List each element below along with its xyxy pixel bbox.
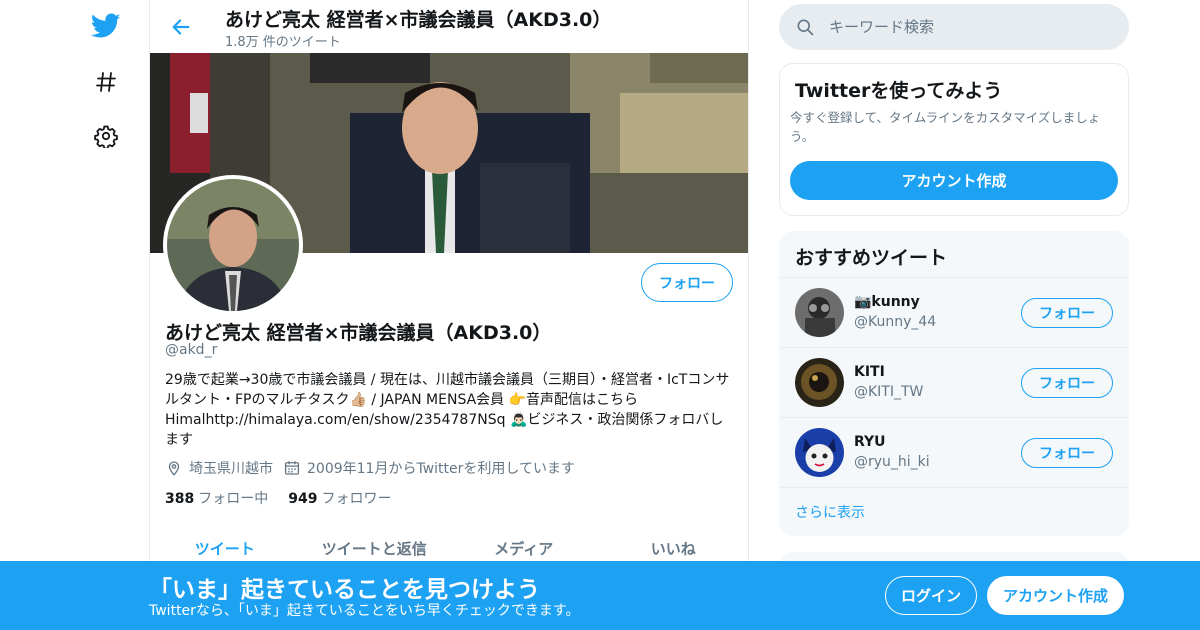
reco-name: RYU [854, 434, 886, 450]
calendar-icon [284, 461, 300, 475]
profile-meta: 埼玉県川越市 2009年11月からTwitterを利用しています [165, 456, 585, 480]
location-text: 埼玉県川越市 [189, 461, 273, 477]
search-input[interactable] [829, 18, 1109, 36]
reco-handle: @Kunny_44 [854, 314, 937, 330]
signup-description: 今すぐ登録して、タイムラインをカスタマイズしましょう。 [790, 110, 1101, 144]
prompt-title: 「いま」起きていることを見つけよう [149, 577, 540, 603]
hashtag-icon[interactable] [88, 64, 124, 100]
follow-button[interactable]: フォロー [641, 263, 733, 302]
followers-stat[interactable]: 949 フォロワー [288, 488, 391, 508]
profile-column: あけど亮太 経営者×市議会議員（AKD3.0） 1.8万 件のツイート フォロー… [149, 0, 749, 630]
profile-header-bar: あけど亮太 経営者×市議会議員（AKD3.0） 1.8万 件のツイート [150, 0, 748, 53]
prompt-subtitle: Twitterなら、「いま」起きていることをいち早くチェックできます。 [149, 603, 580, 619]
profile-avatar[interactable] [163, 175, 303, 315]
following-label: フォロー中 [198, 491, 269, 507]
tweet-count: 1.8万 件のツイート [225, 35, 341, 50]
reco-handle: @KITI_TW [854, 384, 924, 400]
profile-handle: @akd_r [165, 342, 218, 358]
profile-name: あけど亮太 経営者×市議会議員（AKD3.0） [165, 322, 552, 344]
follow-button[interactable]: フォロー [1021, 438, 1113, 468]
follow-stats: 388 フォロー中 949 フォロワー [165, 488, 411, 508]
profile-bio: 29歳で起業→30歳で市議会議員 / 現在は、川越市議会議員（三期目）・経営者・… [165, 372, 730, 448]
list-item[interactable]: 📷kunny @Kunny_44 フォロー [779, 277, 1129, 347]
header-title: あけど亮太 経営者×市議会議員（AKD3.0） [225, 9, 612, 31]
list-item[interactable]: RYU @ryu_hi_ki フォロー [779, 417, 1129, 487]
gear-icon[interactable] [88, 118, 124, 154]
followers-label: フォロワー [321, 491, 392, 507]
list-item[interactable]: KITI @KITI_TW フォロー [779, 347, 1129, 417]
location-item: 埼玉県川越市 [165, 458, 273, 478]
follow-button[interactable]: フォロー [1021, 298, 1113, 328]
signup-card: Twitterを使ってみよう 今すぐ登録して、タイムラインをカスタマイズしましょ… [779, 63, 1129, 216]
recommended-title: おすすめツイート [795, 247, 948, 269]
followers-count: 949 [288, 491, 318, 507]
joined-text: 2009年11月からTwitterを利用しています [307, 461, 575, 477]
avatar[interactable] [795, 428, 844, 477]
avatar[interactable] [795, 358, 844, 407]
location-pin-icon [168, 461, 180, 476]
search-box[interactable] [779, 4, 1129, 50]
left-nav-rail [0, 0, 150, 630]
reco-name: 📷kunny [854, 294, 920, 310]
follow-button[interactable]: フォロー [1021, 368, 1113, 398]
signup-create-account-button[interactable]: アカウント作成 [790, 161, 1118, 200]
signup-title: Twitterを使ってみよう [795, 80, 1003, 102]
twitter-bird-icon[interactable] [88, 8, 124, 44]
reco-name: KITI [854, 364, 885, 380]
following-stat[interactable]: 388 フォロー中 [165, 488, 268, 508]
show-more-link[interactable]: さらに表示 [779, 487, 1129, 536]
recommended-card: おすすめツイート 📷kunny @Kunny_44 フォロー KITI @KIT… [779, 231, 1129, 536]
joined-item: 2009年11月からTwitterを利用しています [283, 458, 575, 478]
back-arrow-icon[interactable] [166, 12, 196, 42]
search-icon [797, 19, 814, 36]
signup-prompt-bar: 「いま」起きていることを見つけよう Twitterなら、「いま」起きていることを… [0, 561, 1200, 630]
login-button[interactable]: ログイン [885, 576, 977, 615]
avatar[interactable] [795, 288, 844, 337]
following-count: 388 [165, 491, 195, 507]
reco-handle: @ryu_hi_ki [854, 454, 930, 470]
create-account-button[interactable]: アカウント作成 [987, 576, 1124, 615]
